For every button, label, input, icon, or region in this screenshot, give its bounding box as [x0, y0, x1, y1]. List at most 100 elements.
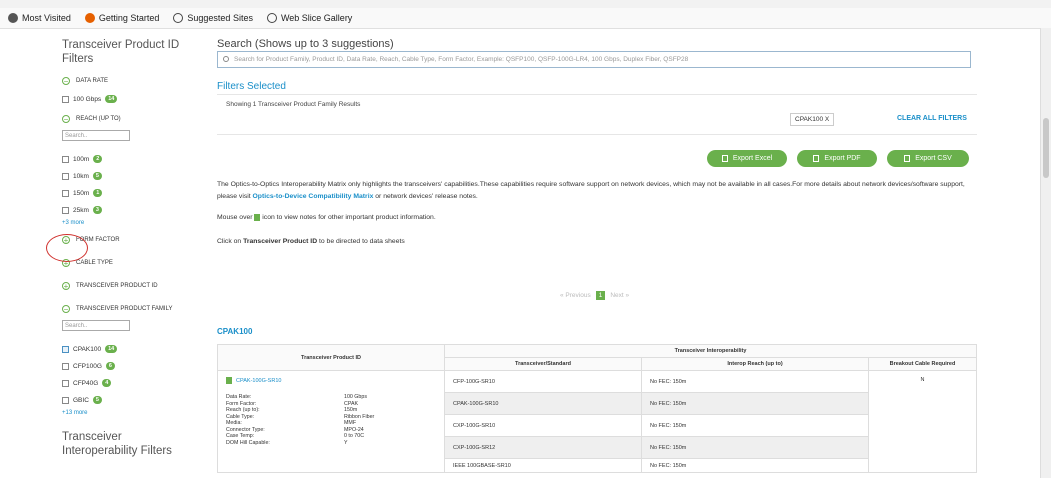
count-badge: 14 [105, 345, 118, 353]
export-pdf-button[interactable]: Export PDF [797, 150, 877, 167]
globe-icon [266, 13, 277, 23]
file-icon [904, 155, 911, 162]
mouseover-note: Mouse over icon to view notes for other … [217, 213, 436, 221]
interop-filters-title: Transceiver Interoperability Filters [62, 431, 172, 457]
checkbox[interactable] [62, 379, 69, 387]
pagination: « Previous 1 Next » [560, 291, 629, 300]
filter-option[interactable]: CPAK100 14 [62, 344, 202, 354]
filter-option[interactable]: 100 Gbps 14 [62, 94, 202, 104]
plus-icon: + [62, 282, 70, 291]
minus-icon: − [62, 305, 70, 314]
column-header-product-id: Transceiver Product ID [217, 344, 445, 371]
interop-table: Transceiver Product ID Transceiver Inter… [217, 344, 977, 473]
table-cell-reach: No FEC: 150m [641, 414, 869, 437]
table-cell-breakout: N [868, 370, 977, 473]
bookmark-web-slice-gallery[interactable]: Web Slice Gallery [266, 13, 352, 23]
column-header-reach: Interop Reach (up to) [641, 357, 869, 371]
product-id-cell: CPAK-100G-SR10 Data Rate: 100 Gbps Form F… [217, 370, 445, 473]
bookmark-suggested-sites[interactable]: Suggested Sites [173, 13, 253, 23]
table-cell-reach: No FEC: 150m [641, 392, 869, 415]
column-header-standard: Transceiver/Standard [444, 357, 642, 371]
pagination-next[interactable]: Next » [610, 292, 629, 299]
pagination-previous[interactable]: « Previous [560, 292, 591, 299]
count-badge: 14 [105, 95, 118, 103]
note-icon [226, 377, 232, 384]
compatibility-matrix-link[interactable]: Optics-to-Device Compatibility Matrix [253, 193, 374, 200]
checkbox[interactable] [62, 362, 69, 370]
minus-icon: − [62, 115, 70, 124]
filter-option[interactable]: CFP100G 6 [62, 361, 202, 371]
interop-disclaimer: The Optics-to-Optics Interoperability Ma… [217, 181, 965, 200]
search-icon [223, 56, 229, 62]
file-icon [813, 155, 820, 162]
reach-search-input[interactable]: Search.. [62, 130, 130, 141]
click-note: Click on Transceiver Product ID to be di… [217, 238, 405, 245]
main-content: Search (Shows up to 3 suggestions) Searc… [217, 38, 977, 473]
pagination-page-1[interactable]: 1 [595, 291, 606, 300]
family-search-input[interactable]: Search.. [62, 320, 130, 331]
filter-option[interactable]: 25km 3 [62, 205, 202, 215]
filter-option[interactable]: 10km 5 [62, 171, 202, 181]
filter-section-transceiver-product-family[interactable]: − TRANSCEIVER PRODUCT FAMILY [62, 304, 202, 314]
gear-icon [8, 13, 18, 23]
family-heading: CPAK100 [217, 327, 253, 336]
checkbox-checked[interactable] [62, 345, 69, 353]
sidebar-title: Transceiver Product ID Filters [62, 39, 180, 65]
checkbox[interactable] [62, 189, 69, 197]
search-input[interactable]: Search for Product Family, Product ID, D… [217, 51, 971, 68]
table-cell-reach: No FEC: 150m [641, 370, 869, 393]
count-badge: 5 [92, 396, 102, 404]
search-title: Search (Shows up to 3 suggestions) [217, 38, 394, 50]
reach-more-link[interactable]: +3 more [62, 218, 202, 228]
column-header-breakout: Breakout Cable Required [868, 357, 977, 371]
filters-selected-heading: Filters Selected [217, 81, 286, 92]
bookmarks-bar: Most Visited Getting Started Suggested S… [0, 8, 1051, 29]
table-cell-standard: CXP-100G-SR12 [444, 436, 642, 459]
filter-option[interactable]: GBIC 5 [62, 395, 202, 405]
checkbox[interactable] [62, 95, 69, 103]
filter-section-reach[interactable]: − REACH (up to) [62, 114, 202, 124]
count-badge: 3 [92, 206, 102, 214]
page-scrollbar[interactable] [1040, 28, 1051, 478]
filter-option[interactable]: 150m 1 [62, 188, 202, 198]
minus-icon: − [62, 77, 70, 86]
table-cell-standard: CPAK-100G-SR10 [444, 392, 642, 415]
results-count: Showing 1 Transceiver Product Family Res… [226, 101, 361, 108]
table-cell-standard: IEEE 100GBASE-SR10 [444, 458, 642, 473]
file-icon [721, 155, 728, 162]
scrollbar-thumb[interactable] [1043, 118, 1049, 178]
family-more-link[interactable]: +13 more [62, 408, 202, 418]
bookmark-most-visited[interactable]: Most Visited [8, 13, 71, 23]
checkbox[interactable] [62, 206, 69, 214]
count-badge: 4 [102, 379, 112, 387]
export-csv-button[interactable]: Export CSV [887, 150, 969, 167]
checkbox[interactable] [62, 155, 69, 163]
divider [217, 134, 977, 135]
table-cell-standard: CXP-100G-SR10 [444, 414, 642, 437]
filter-option[interactable]: CFP40G 4 [62, 378, 202, 388]
filter-section-cable-type[interactable]: + CABLE TYPE [62, 258, 202, 268]
bookmark-getting-started[interactable]: Getting Started [84, 13, 159, 23]
export-excel-button[interactable]: Export Excel [707, 150, 787, 167]
globe-icon [173, 13, 184, 23]
checkbox[interactable] [62, 396, 69, 404]
table-cell-reach: No FEC: 150m [641, 458, 869, 473]
count-badge: 2 [93, 155, 103, 163]
filter-chip-cpak100[interactable]: CPAK100 X [790, 113, 835, 126]
table-cell-reach: No FEC: 150m [641, 436, 869, 459]
count-badge: 5 [92, 172, 102, 180]
filter-section-data-rate[interactable]: − DATA RATE [62, 76, 202, 86]
divider [217, 94, 977, 95]
product-specs: Data Rate: 100 Gbps Form Factor: CPAK Reac… [226, 394, 375, 446]
clear-all-filters-link[interactable]: CLEAR ALL FILTERS [897, 115, 967, 122]
firefox-icon [84, 13, 95, 23]
count-badge: 6 [105, 362, 115, 370]
table-cell-standard: CFP-100G-SR10 [444, 370, 642, 393]
checkbox[interactable] [62, 172, 69, 180]
product-id-link[interactable]: CPAK-100G-SR10 [226, 377, 436, 384]
filter-section-transceiver-product-id[interactable]: + TRANSCEIVER PRODUCT ID [62, 281, 202, 291]
annotation-circle [46, 234, 88, 262]
count-badge: 1 [93, 189, 103, 197]
filter-option[interactable]: 100m 2 [62, 154, 202, 164]
group-header-interop: Transceiver Interoperability [444, 344, 977, 358]
